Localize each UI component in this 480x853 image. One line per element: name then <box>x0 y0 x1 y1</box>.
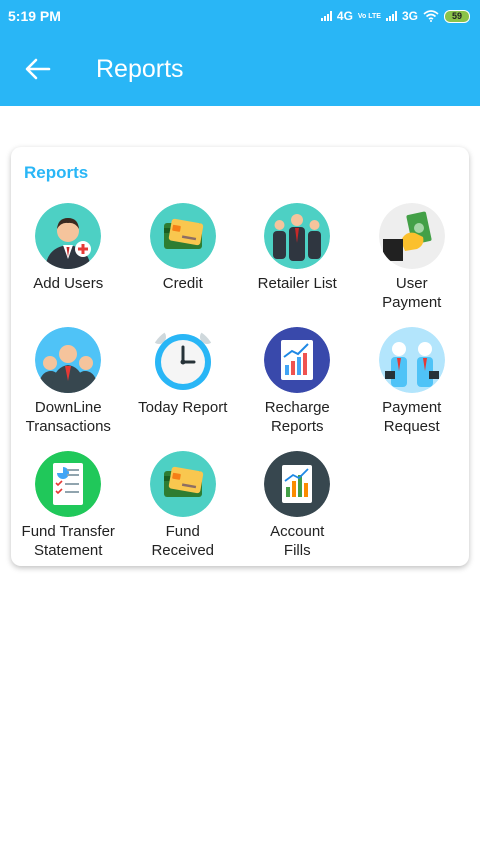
status-bar: 5:19 PM 4G Vo LTE 3G 59 <box>0 0 480 32</box>
tile-label: Recharge Reports <box>264 399 330 435</box>
volte-indicator: Vo LTE <box>357 12 381 20</box>
team-icon <box>35 327 102 393</box>
tile-fund-received[interactable]: Fund Received <box>126 451 241 575</box>
tile-add-users[interactable]: Add Users <box>11 203 126 327</box>
tile-payment-request[interactable]: Payment Request <box>355 327 470 451</box>
tile-account-fills[interactable]: Account Fills <box>240 451 355 575</box>
tile-label: Add Users <box>33 275 104 292</box>
tile-label: Today Report <box>138 399 228 416</box>
tile-label: Fund Received <box>151 523 215 559</box>
statement-doc-icon <box>35 451 102 517</box>
tile-recharge-reports[interactable]: Recharge Reports <box>240 327 355 451</box>
alarm-clock-icon <box>150 327 216 393</box>
hand-money-icon <box>378 203 445 269</box>
page-title: Reports <box>96 54 184 83</box>
credit-card-icon <box>149 451 216 517</box>
network-type-1: 4G <box>336 9 353 23</box>
businessmen-icon <box>378 327 445 393</box>
tile-label: Credit <box>162 275 203 292</box>
wifi-icon <box>423 10 439 22</box>
battery-icon: 59 <box>444 9 470 23</box>
tile-credit[interactable]: Credit <box>126 203 241 327</box>
reports-card: Reports Add Users Credit Retailer List U… <box>11 147 469 566</box>
credit-card-icon <box>149 203 216 269</box>
bar-chart-doc-icon <box>264 451 331 517</box>
tile-today-report[interactable]: Today Report <box>126 327 241 451</box>
tile-label: DownLine Transactions <box>25 399 111 435</box>
tile-label: Payment Request <box>382 399 442 435</box>
signal-icon <box>320 11 332 21</box>
tile-label: Retailer List <box>257 275 337 292</box>
add-user-icon <box>35 203 102 269</box>
arrow-back-icon <box>25 58 51 80</box>
tile-fund-transfer-statement[interactable]: Fund Transfer Statement <box>11 451 126 575</box>
app-bar: 5:19 PM 4G Vo LTE 3G 59 Reports <box>0 0 480 106</box>
signal-icon <box>385 11 397 21</box>
reports-grid: Add Users Credit Retailer List User Paym… <box>11 203 469 575</box>
tile-label: User Payment <box>382 275 442 311</box>
network-type-2: 3G <box>401 9 418 23</box>
tile-user-payment[interactable]: User Payment <box>355 203 470 327</box>
status-time: 5:19 PM <box>8 8 61 24</box>
group-icon <box>264 203 331 269</box>
tile-retailer-list[interactable]: Retailer List <box>240 203 355 327</box>
back-button[interactable] <box>8 39 68 99</box>
status-indicators: 4G Vo LTE 3G 59 <box>320 9 470 23</box>
card-title: Reports <box>24 163 89 182</box>
tile-label: Fund Transfer Statement <box>21 523 115 559</box>
tile-downline-transactions[interactable]: DownLine Transactions <box>11 327 126 451</box>
toolbar: Reports <box>0 32 480 106</box>
report-chart-icon <box>264 327 331 393</box>
tile-label: Account Fills <box>270 523 325 559</box>
